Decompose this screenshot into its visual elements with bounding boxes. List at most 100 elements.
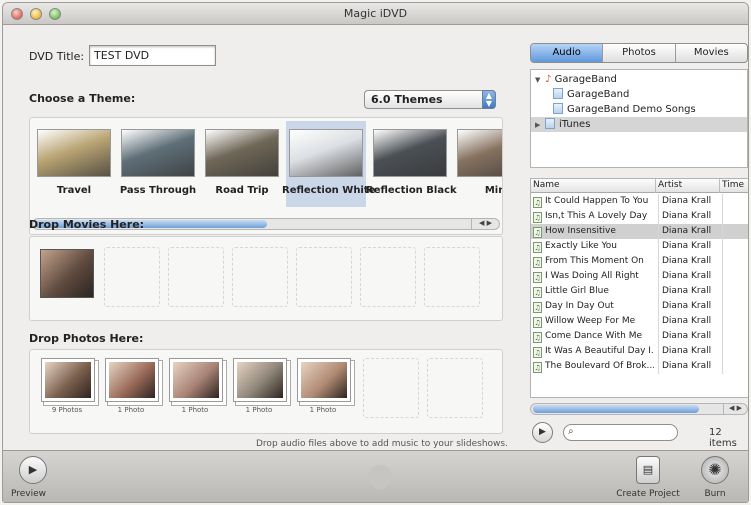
track-name: The Boulevard Of Brok... xyxy=(545,361,654,371)
track-artist: Diana Krall xyxy=(658,209,718,224)
burn-button[interactable]: ✺ Burn xyxy=(693,456,737,499)
main-window: Magic iDVD DVD Title: TEST DVD Choose a … xyxy=(2,2,749,503)
music-file-icon: ♫ xyxy=(533,302,542,313)
theme-thumbnail[interactable]: Pass Through xyxy=(118,121,198,207)
movie-drop-zone[interactable] xyxy=(29,236,503,321)
source-garageband[interactable]: GarageBand xyxy=(531,87,747,102)
theme-label: Reflection White xyxy=(282,185,376,196)
item-count: 12 items xyxy=(709,427,737,449)
track-time xyxy=(722,314,748,329)
empty-drop-slot[interactable] xyxy=(360,247,416,307)
track-name: From This Moment On xyxy=(545,256,644,266)
disclosure-open-icon[interactable]: ▼ xyxy=(535,73,545,88)
theme-thumbnail[interactable]: Reflection Black xyxy=(366,121,457,207)
theme-thumbnail[interactable]: Road Trip xyxy=(202,121,282,207)
track-name: Exactly Like You xyxy=(545,241,618,251)
theme-preview-image xyxy=(289,129,363,177)
column-name[interactable]: Name xyxy=(531,179,656,193)
music-file-icon: ♫ xyxy=(533,362,542,373)
audio-source-list: ▼ ♪ GarageBand GarageBand GarageBand Demo… xyxy=(530,69,748,168)
track-row[interactable]: ♫ From This Moment On Diana Krall xyxy=(531,254,748,269)
column-artist[interactable]: Artist xyxy=(656,179,720,193)
music-file-icon: ♫ xyxy=(533,227,542,238)
disclosure-closed-icon[interactable]: ▶ xyxy=(535,118,545,133)
track-time xyxy=(722,284,748,299)
movie-thumbnail[interactable] xyxy=(40,249,94,298)
track-row[interactable]: ♫ Little Girl Blue Diana Krall xyxy=(531,284,748,299)
burn-disc-icon: ✺ xyxy=(701,456,729,484)
track-name: Willow Weep For Me xyxy=(545,316,636,326)
track-name: Little Girl Blue xyxy=(545,286,609,296)
scroll-arrows-icon[interactable]: ◀ ▶ xyxy=(723,403,747,415)
music-file-icon: ♫ xyxy=(533,347,542,358)
track-list: Name Artist Time ♫ It Could Happen To You… xyxy=(530,178,748,398)
track-row[interactable]: ♫ I Was Doing All Right Diana Krall xyxy=(531,269,748,284)
theme-thumbnail[interactable]: Travel xyxy=(34,121,114,207)
track-row[interactable]: ♫ The Boulevard Of Brok... Diana Krall xyxy=(531,359,748,374)
photo-stack[interactable]: 1 Photo xyxy=(102,356,160,416)
track-name: Isn,t This A Lovely Day xyxy=(545,211,648,221)
source-garageband-demo-songs[interactable]: GarageBand Demo Songs xyxy=(531,102,747,117)
theme-preview-image xyxy=(373,129,447,177)
photo-stack[interactable]: 1 Photo xyxy=(230,356,288,416)
theme-thumbnail[interactable]: Reflection White xyxy=(282,121,375,207)
tab-photos[interactable]: Photos xyxy=(603,44,676,62)
photo-stack[interactable]: 9 Photos xyxy=(38,356,96,416)
source-itunes[interactable]: ▶ iTunes xyxy=(531,117,747,132)
empty-drop-slot[interactable] xyxy=(168,247,224,307)
dvd-title-label: DVD Title: xyxy=(29,50,85,63)
select-arrows-icon: ▲ ▼ xyxy=(482,90,496,109)
title-bar: Magic iDVD xyxy=(3,3,748,25)
media-browser: Audio Photos Movies ▼ ♪ GarageBand Garage… xyxy=(526,35,748,449)
column-time[interactable]: Time xyxy=(720,179,748,193)
track-row[interactable]: ♫ How Insensitive Diana Krall xyxy=(531,224,748,239)
track-name: It Could Happen To You xyxy=(545,196,649,206)
track-list-scrollbar[interactable]: ◀ ▶ xyxy=(530,403,748,415)
guitar-icon: ♪ xyxy=(545,74,552,85)
music-file-icon: ♫ xyxy=(533,317,542,328)
track-artist: Diana Krall xyxy=(658,344,718,359)
empty-drop-slot[interactable] xyxy=(296,247,352,307)
search-input[interactable]: ⌕ xyxy=(563,424,678,441)
empty-drop-slot[interactable] xyxy=(424,247,480,307)
track-row[interactable]: ♫ Come Dance With Me Diana Krall xyxy=(531,329,748,344)
preview-label: Preview xyxy=(11,489,47,499)
theme-family-select[interactable]: 6.0 Themes ▲ ▼ xyxy=(364,90,496,109)
music-file-icon: ♫ xyxy=(533,257,542,268)
source-label: GarageBand Demo Songs xyxy=(567,104,696,115)
dvd-title-input[interactable]: TEST DVD xyxy=(89,45,216,66)
play-preview-button[interactable]: ▶ xyxy=(532,422,553,443)
empty-drop-slot[interactable] xyxy=(104,247,160,307)
track-row[interactable]: ♫ Willow Weep For Me Diana Krall xyxy=(531,314,748,329)
tab-audio[interactable]: Audio xyxy=(531,44,604,62)
photo-count: 1 Photo xyxy=(309,406,337,414)
media-tabs: Audio Photos Movies xyxy=(530,43,748,63)
photo-stack[interactable]: 1 Photo xyxy=(294,356,352,416)
photo-drop-zone[interactable]: 9 Photos 1 Photo 1 Photo 1 Photo 1 Photo xyxy=(29,349,503,434)
photo-thumbnail xyxy=(105,358,159,402)
preview-button[interactable]: ▶ Preview xyxy=(11,456,55,499)
empty-drop-slot[interactable] xyxy=(363,358,419,418)
photo-stack[interactable]: 1 Photo xyxy=(166,356,224,416)
scroll-arrows-icon[interactable]: ◀ ▶ xyxy=(471,218,499,230)
theme-thumbnail[interactable]: Mir xyxy=(454,121,502,207)
track-list-scrollbar-thumb[interactable] xyxy=(533,405,699,413)
source-garageband-group[interactable]: ▼ ♪ GarageBand xyxy=(531,72,747,87)
track-row[interactable]: ♫ It Could Happen To You Diana Krall xyxy=(531,194,748,209)
search-icon: ⌕ xyxy=(568,426,574,437)
audio-drop-hint: Drop audio files above to add music to y… xyxy=(256,439,508,449)
track-artist: Diana Krall xyxy=(658,299,718,314)
track-time xyxy=(722,224,748,239)
track-row[interactable]: ♫ Isn,t This A Lovely Day Diana Krall xyxy=(531,209,748,224)
track-row[interactable]: ♫ Exactly Like You Diana Krall xyxy=(531,239,748,254)
source-label: GarageBand xyxy=(567,89,630,100)
tab-movies[interactable]: Movies xyxy=(676,44,747,62)
track-row[interactable]: ♫ Day In Day Out Diana Krall xyxy=(531,299,748,314)
source-label: GarageBand xyxy=(554,74,617,85)
empty-drop-slot[interactable] xyxy=(232,247,288,307)
empty-drop-slot[interactable] xyxy=(427,358,483,418)
track-artist: Diana Krall xyxy=(658,224,718,239)
music-file-icon: ♫ xyxy=(533,272,542,283)
create-project-button[interactable]: ▤ Create Project xyxy=(615,456,681,499)
track-row[interactable]: ♫ It Was A Beautiful Day I... Diana Krall xyxy=(531,344,748,359)
